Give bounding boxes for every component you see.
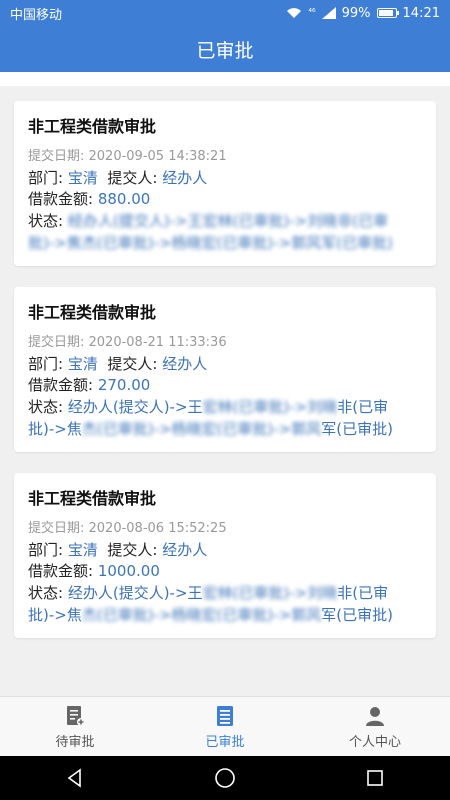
status-chain-blurred: 宏林(已审批)->刘晓 [202,584,338,602]
battery-icon [376,8,399,18]
dept-value: 宝清 [67,169,98,187]
document-add-icon [67,705,85,726]
status-chain-blurred: 杰(已审批)->杨晓宏(已审批)->郭风 [81,420,322,438]
status-chain-part: 军(已审批) [321,234,393,252]
approval-card[interactable]: 非工程类借款审批 提交日期: 2020-08-06 15:52:25 部门: 宝… [14,473,436,638]
bottom-tab-bar: 待审批 已审批 个人中心 [0,696,450,757]
status-chain-blurred: 宏林(已审批)->刘晓 [202,398,338,416]
status-label: 状态: [28,398,64,416]
date-value: 2020-08-21 11:33:36 [88,335,227,350]
signal-icon [321,7,336,19]
amount-value: 1000.00 [97,562,160,580]
approval-card[interactable]: 非工程类借款审批 提交日期: 2020-09-05 14:38:21 部门: 宝… [14,101,436,266]
submitter-label: 提交人: [107,355,158,373]
list-top-spacer [0,72,450,86]
approval-list[interactable]: 非工程类借款审批 提交日期: 2020-09-05 14:38:21 部门: 宝… [0,72,450,696]
amount-label: 借款金额: [28,562,94,580]
recents-icon[interactable] [365,768,385,788]
status-bar: 中国移动 ⁴⁶ 99% 14:21 [0,0,450,26]
dept-row: 部门: 宝清 提交人: 经办人 [28,168,422,189]
status-chain-part: 经办人(提交人)->王 [67,398,203,416]
carrier-text: 中国移动 [10,7,63,23]
dept-value: 宝清 [67,541,98,559]
date-value: 2020-09-05 14:38:21 [88,149,227,164]
dept-label: 部门: [28,541,64,559]
amount-value: 880.00 [97,190,151,208]
card-title: 非工程类借款审批 [28,489,157,508]
submit-date: 提交日期: 2020-09-05 14:38:21 [28,145,422,164]
dept-label: 部门: [28,355,64,373]
status-chain-blurred: 宏林(已审批)->刘晓 [202,212,338,230]
list-document-icon [217,705,233,726]
status-icons: ⁴⁶ 99% 14:21 [286,6,440,21]
tab-profile-label: 个人中心 [348,734,401,750]
submit-date: 提交日期: 2020-08-06 15:52:25 [28,517,422,536]
submitter-value: 经办人 [162,355,208,373]
date-label: 提交日期: [28,521,89,536]
status-chain-part: 批)->焦 [28,234,82,252]
tab-profile[interactable]: 个人中心 [300,697,450,757]
person-icon [366,706,384,726]
status-label: 状态: [28,212,64,230]
date-value: 2020-08-06 15:52:25 [88,521,227,536]
status-row: 状态: 经办人(提交人)->王宏林(已审批)->刘晓非(已审 批)->焦杰(已审… [28,210,422,254]
network-type: ⁴⁶ [308,8,316,18]
amount-row: 借款金额: 880.00 [28,189,422,210]
status-chain-blurred: 杰(已审批)->杨晓宏(已审批)->郭风 [81,606,322,624]
system-nav-bar [0,756,450,800]
submitter-value: 经办人 [162,169,208,187]
tab-pending[interactable]: 待审批 [0,697,150,757]
submit-date: 提交日期: 2020-08-21 11:33:36 [28,331,422,350]
card-title: 非工程类借款审批 [28,117,157,136]
home-icon[interactable] [214,767,236,789]
status-chain-part: 经办人(提交人)->王 [67,212,203,230]
amount-value: 270.00 [97,376,151,394]
tab-approved-label: 已审批 [205,734,245,750]
date-label: 提交日期: [28,335,89,350]
amount-row: 借款金额: 1000.00 [28,561,422,582]
status-row: 状态: 经办人(提交人)->王宏林(已审批)->刘晓非(已审 批)->焦杰(已审… [28,396,422,440]
dept-label: 部门: [28,169,64,187]
submitter-label: 提交人: [107,541,158,559]
tab-approved[interactable]: 已审批 [150,697,300,757]
clock-time: 14:21 [402,5,440,21]
dept-row: 部门: 宝清 提交人: 经办人 [28,354,422,375]
nav-bar: 已审批 [0,26,450,72]
battery-percent: 99% [341,5,371,21]
status-chain-part: 批)->焦 [28,420,82,438]
status-chain-part: 经办人(提交人)->王 [67,584,203,602]
date-label: 提交日期: [28,149,89,164]
dept-value: 宝清 [67,355,98,373]
status-chain-part: 军(已审批) [321,606,393,624]
status-chain-part: 非(已审 [337,212,389,230]
back-icon[interactable] [65,768,85,788]
amount-label: 借款金额: [28,376,94,394]
submitter-label: 提交人: [107,169,158,187]
status-chain-part: 军(已审批) [321,420,393,438]
amount-label: 借款金额: [28,190,94,208]
page-title: 已审批 [196,39,254,62]
status-row: 状态: 经办人(提交人)->王宏林(已审批)->刘晓非(已审 批)->焦杰(已审… [28,582,422,626]
status-chain-part: 批)->焦 [28,606,82,624]
dept-row: 部门: 宝清 提交人: 经办人 [28,540,422,561]
amount-row: 借款金额: 270.00 [28,375,422,396]
status-chain-blurred: 杰(已审批)->杨晓宏(已审批)->郭风 [81,234,322,252]
wifi-icon [287,8,302,18]
status-chain-part: 非(已审 [337,398,389,416]
submitter-value: 经办人 [162,541,208,559]
approval-card[interactable]: 非工程类借款审批 提交日期: 2020-08-21 11:33:36 部门: 宝… [14,287,436,452]
status-label: 状态: [28,584,64,602]
status-chain-part: 非(已审 [337,584,389,602]
card-title: 非工程类借款审批 [28,303,157,322]
tab-pending-label: 待审批 [55,734,95,750]
